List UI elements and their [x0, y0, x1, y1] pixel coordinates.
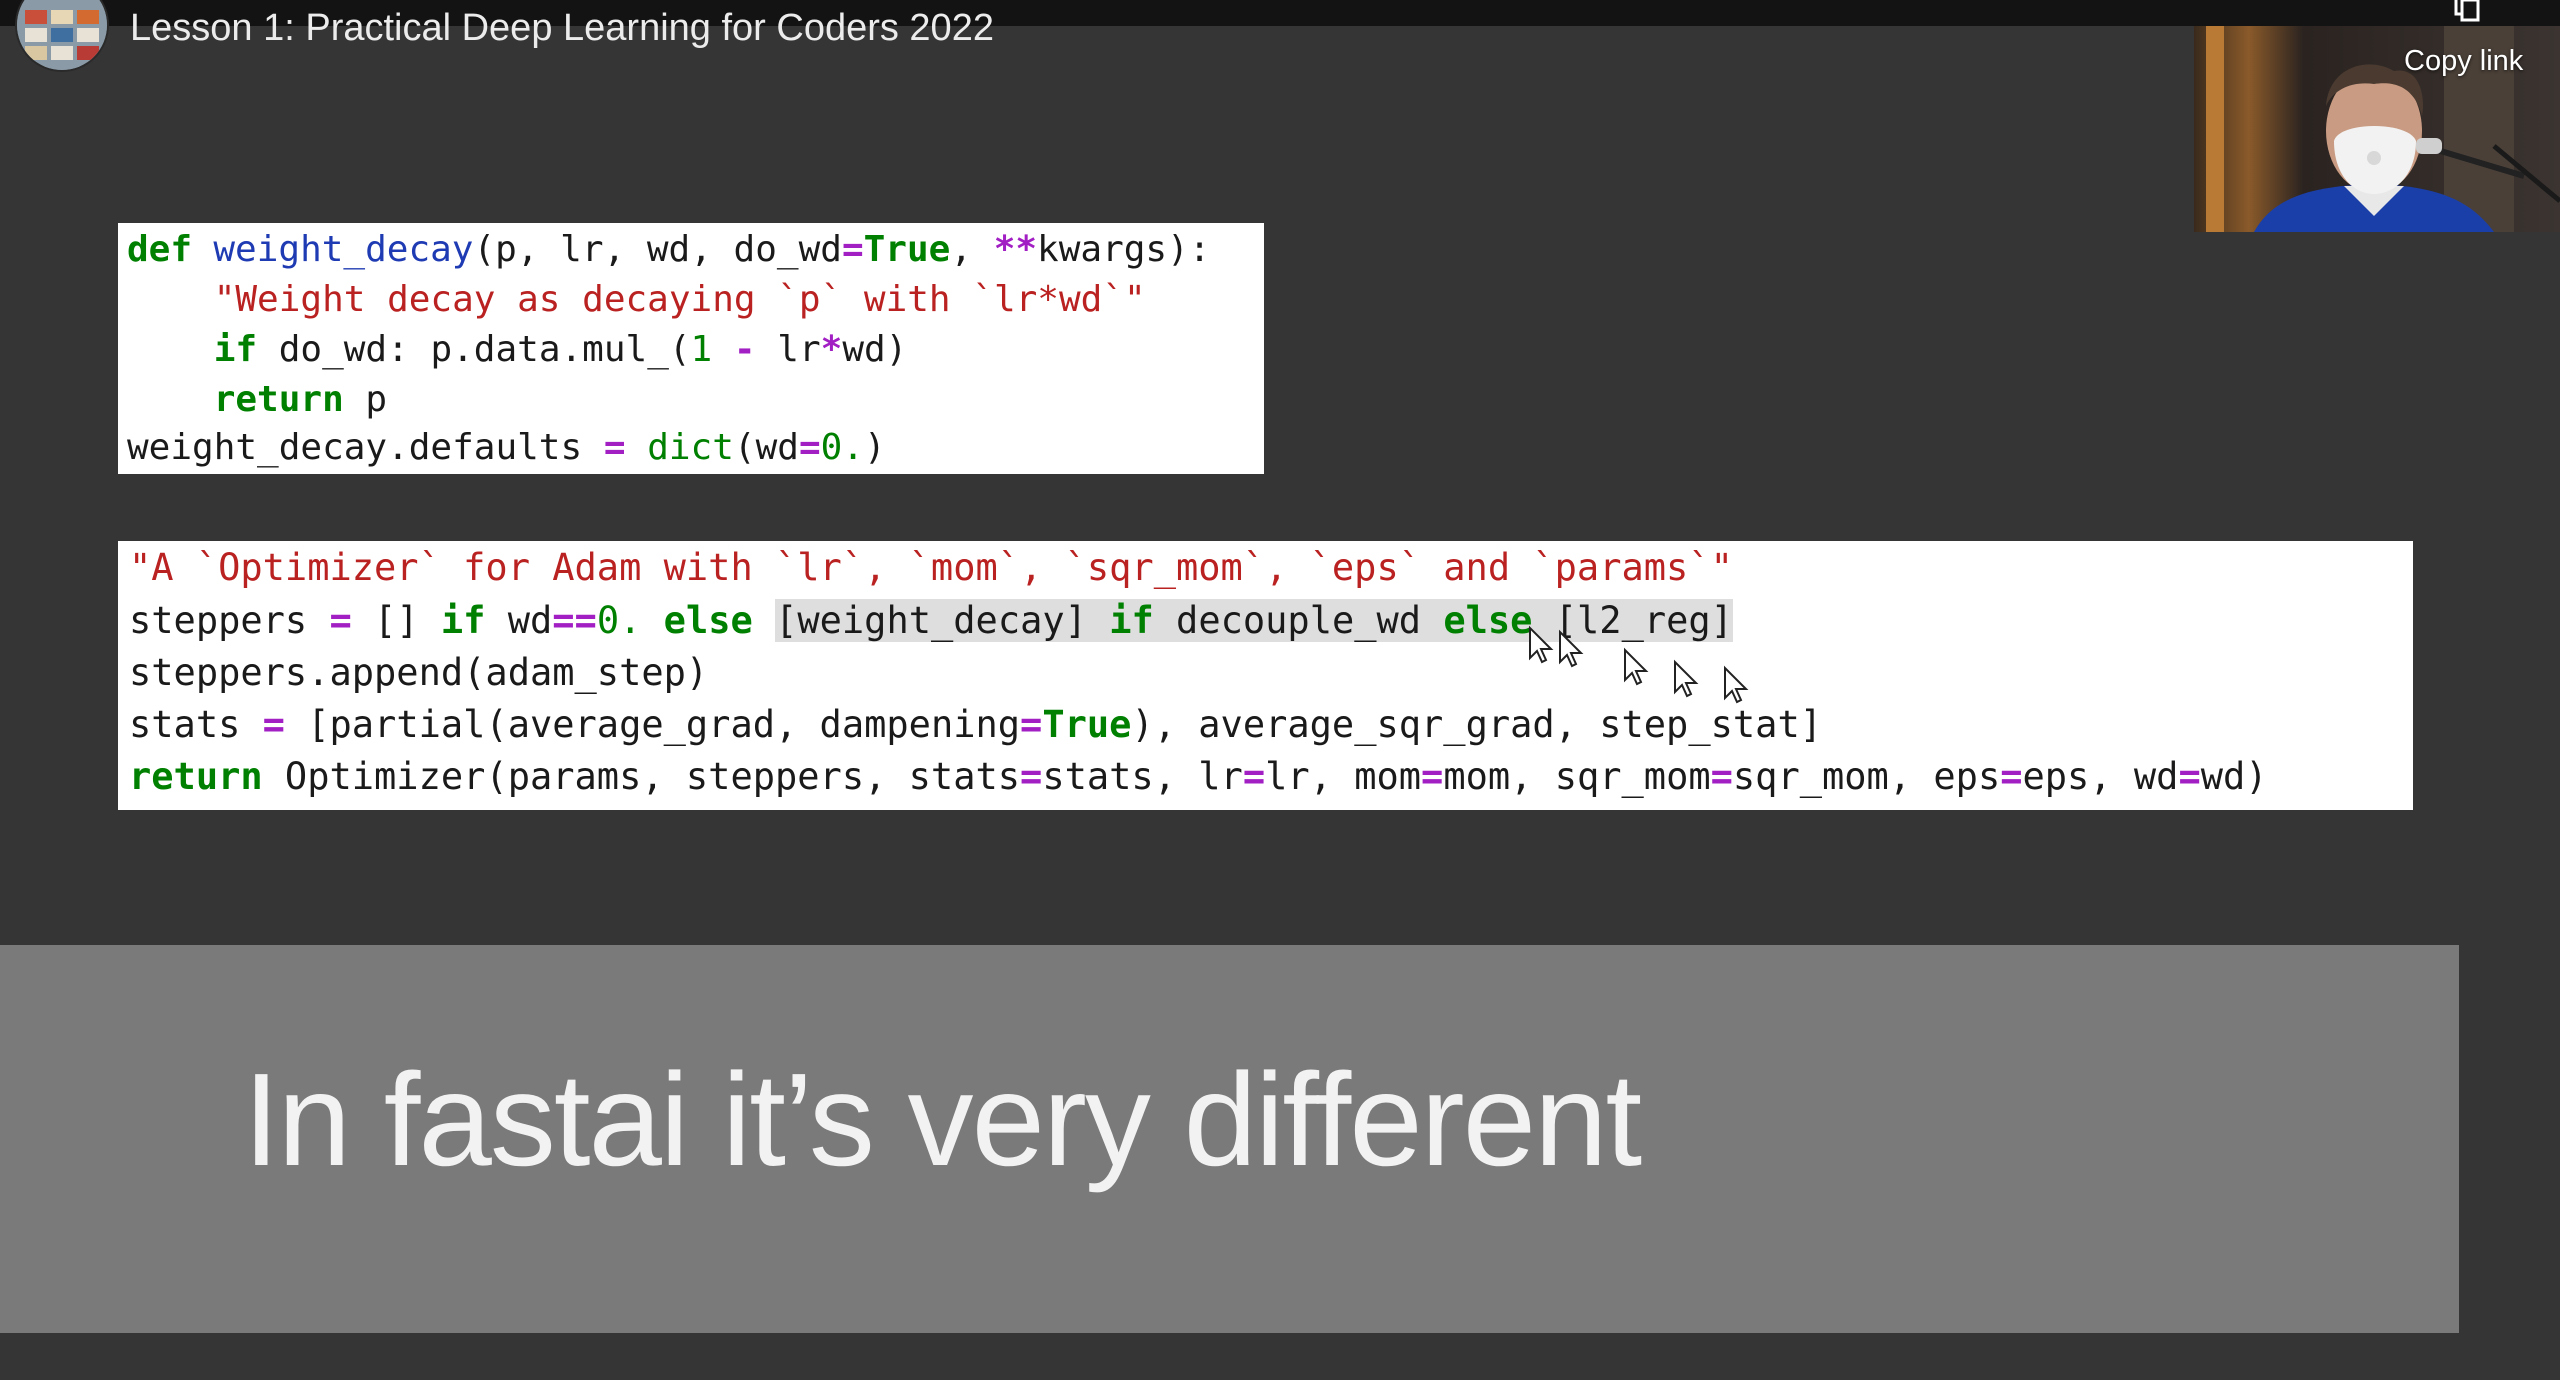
- code-line: steppers.append(adam_step): [129, 651, 709, 694]
- mouse-pointer-icon: [1724, 665, 1749, 704]
- channel-avatar-icon[interactable]: [17, 0, 107, 70]
- copy-link-button[interactable]: Copy link: [2394, 0, 2544, 84]
- code-line: return p: [213, 379, 388, 420]
- mouse-pointer-icon: [1529, 625, 1554, 664]
- code-line: "A `Optimizer` for Adam with `lr`, `mom`…: [129, 546, 1733, 589]
- code-line: def weight_decay(p, lr, wd, do_wd=True, …: [127, 229, 1211, 270]
- code-line: "Weight decay as decaying `p` with `lr*w…: [127, 279, 1146, 320]
- mouse-pointer-icon: [1674, 659, 1699, 698]
- code-line: if do_wd: p.data.mul_(1 - lr*wd): [213, 329, 908, 370]
- mouse-pointer-icon: [1559, 629, 1584, 668]
- code-cell-weight-decay: def weight_decay(p, lr, wd, do_wd=True, …: [118, 223, 1264, 474]
- code-line: return Optimizer(params, steppers, stats…: [129, 755, 2268, 798]
- code-line: weight_decay.defaults = dict(wd=0.): [127, 427, 886, 468]
- mouse-pointer-trail: [1529, 625, 1749, 704]
- copy-link-label: Copy link: [2404, 45, 2524, 77]
- code-line: steppers = [] if wd==0. else [weight_dec…: [129, 599, 1733, 642]
- copy-link-icon: [2454, 0, 2480, 22]
- code-cell-adam-optimizer: "A `Optimizer` for Adam with `lr`, `mom`…: [118, 541, 2413, 810]
- video-title[interactable]: Lesson 1: Practical Deep Learning for Co…: [130, 6, 994, 50]
- mouse-pointer-icon: [1624, 647, 1649, 686]
- slide-caption-text: In fastai it’s very different: [243, 1046, 1642, 1193]
